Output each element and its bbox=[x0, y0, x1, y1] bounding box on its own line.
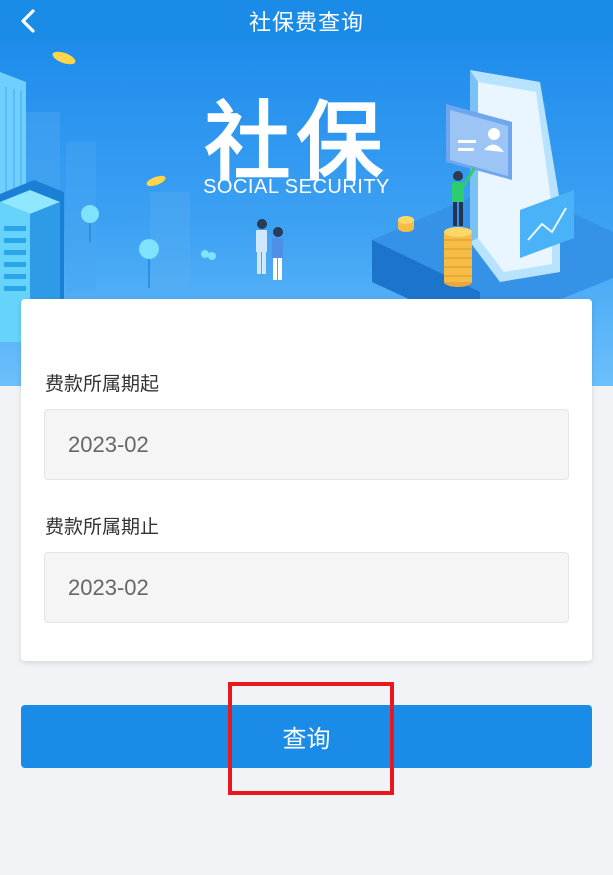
query-form-card: 费款所属期起 2023-02 费款所属期止 2023-02 bbox=[21, 299, 592, 661]
query-button[interactable]: 查询 bbox=[21, 705, 592, 768]
nav-bar: 社保费查询 bbox=[0, 0, 613, 42]
chevron-left-icon bbox=[21, 9, 35, 33]
page-title: 社保费查询 bbox=[248, 11, 364, 36]
back-button[interactable] bbox=[12, 7, 44, 35]
banner-subtitle: SOCIAL SECURITY bbox=[203, 176, 390, 198]
end-period-field[interactable]: 2023-02 bbox=[44, 552, 569, 623]
end-period-label: 费款所属期止 bbox=[45, 516, 160, 538]
start-period-label: 费款所属期起 bbox=[45, 373, 160, 395]
start-period-field[interactable]: 2023-02 bbox=[44, 409, 569, 480]
